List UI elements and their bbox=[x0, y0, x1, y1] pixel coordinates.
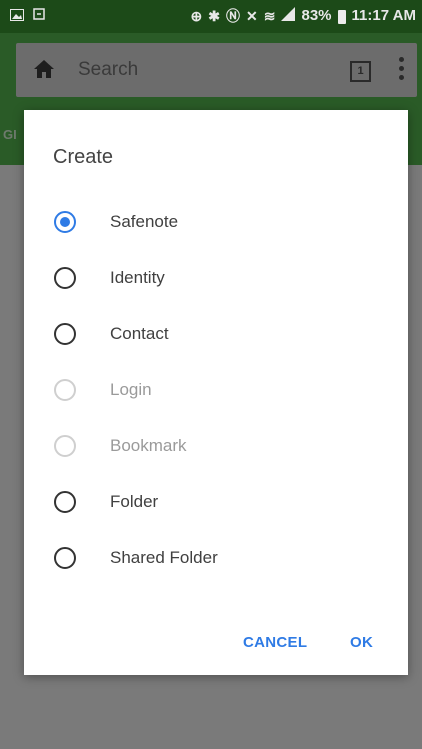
tabs-icon[interactable]: 1 bbox=[350, 61, 371, 82]
option-folder[interactable]: Folder bbox=[54, 484, 384, 520]
option-label: Safenote bbox=[110, 212, 179, 231]
option-shared-folder[interactable]: Shared Folder bbox=[54, 540, 384, 576]
status-time: 11:17 AM bbox=[351, 7, 416, 24]
battery-percent: 83% bbox=[301, 7, 332, 24]
home-icon[interactable] bbox=[33, 58, 55, 80]
wifi-icon: ≋ bbox=[263, 7, 276, 24]
image-icon bbox=[10, 8, 24, 24]
bluetooth-icon: ✱ bbox=[208, 7, 221, 24]
radio-unchecked-icon[interactable] bbox=[54, 267, 76, 289]
nfc-icon: Ⓝ bbox=[226, 7, 241, 24]
option-label: Folder bbox=[110, 492, 159, 511]
option-bookmark: Bookmark bbox=[54, 428, 384, 464]
option-identity[interactable]: Identity bbox=[54, 260, 384, 296]
create-dialog: Create Safenote Identity Contact Login B… bbox=[24, 110, 408, 675]
radio-unchecked-icon[interactable] bbox=[54, 491, 76, 513]
option-login: Login bbox=[54, 372, 384, 408]
radio-unchecked-icon[interactable] bbox=[54, 323, 76, 345]
option-label: Shared Folder bbox=[110, 548, 218, 567]
search-input[interactable]: Search bbox=[78, 59, 138, 81]
option-safenote[interactable]: Safenote bbox=[54, 204, 384, 240]
data-saver-icon: ⊕ bbox=[190, 7, 203, 24]
option-label: Identity bbox=[110, 268, 165, 287]
search-bar[interactable]: Search 1 bbox=[16, 43, 417, 97]
cancel-button[interactable]: CANCEL bbox=[243, 634, 307, 651]
radio-disabled-icon bbox=[54, 435, 76, 457]
ok-button[interactable]: OK bbox=[350, 634, 373, 651]
option-label: Login bbox=[110, 380, 152, 399]
screenshot-icon bbox=[32, 7, 46, 24]
tab-label-fragment: GI bbox=[3, 127, 17, 142]
radio-checked-icon[interactable] bbox=[54, 211, 76, 233]
option-label: Bookmark bbox=[110, 436, 187, 455]
radio-unchecked-icon[interactable] bbox=[54, 547, 76, 569]
dialog-title: Create bbox=[53, 146, 114, 168]
option-contact[interactable]: Contact bbox=[54, 316, 384, 352]
signal-icon bbox=[281, 7, 296, 24]
option-label: Contact bbox=[110, 324, 169, 343]
status-bar: ⊕ ✱ Ⓝ ✕ ≋ 83% 11:17 AM bbox=[0, 0, 422, 33]
battery-icon bbox=[337, 9, 346, 24]
status-bar-right: ⊕ ✱ Ⓝ ✕ ≋ 83% 11:17 AM bbox=[191, 7, 416, 24]
status-bar-left bbox=[10, 7, 46, 24]
radio-disabled-icon bbox=[54, 379, 76, 401]
more-icon[interactable] bbox=[399, 57, 405, 83]
mute-icon: ✕ bbox=[246, 7, 258, 24]
